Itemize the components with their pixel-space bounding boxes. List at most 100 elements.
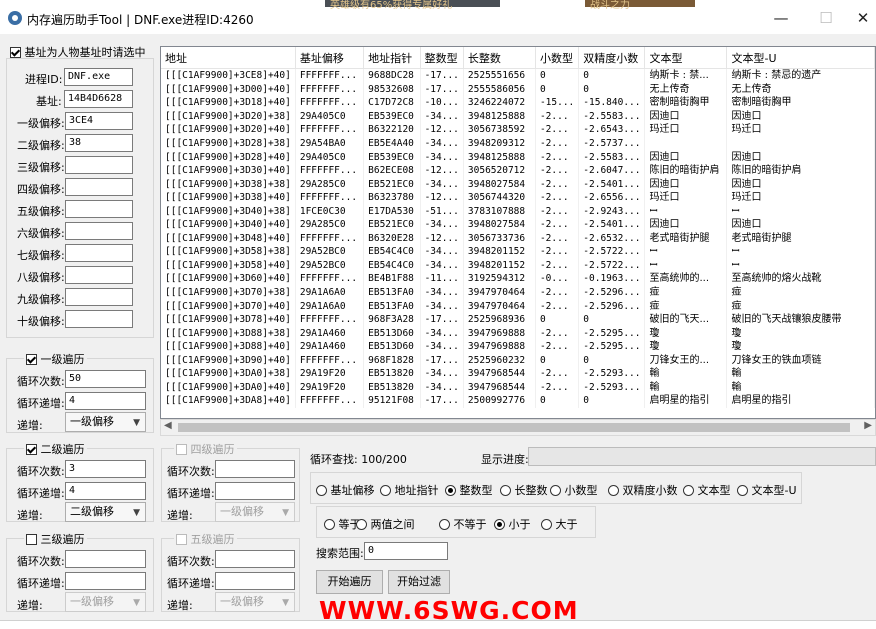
loop1-checkbox[interactable]: 一级遍历: [24, 351, 87, 367]
table-row[interactable]: [[[C1AF9900]+3D48]+40] FFFFFFF... B6320E28…: [161, 231, 875, 246]
start-filter-button[interactable]: 开始过滤: [388, 570, 450, 594]
radio-button-icon[interactable]: [356, 519, 367, 530]
table-row[interactable]: [[[C1AF9900]+3CE8]+40] FFFFFFF... 9688DC28…: [161, 68, 875, 83]
offset-field[interactable]: [65, 244, 133, 262]
table-row[interactable]: [[[C1AF9900]+3D28]+38] 29A54BA0 EB5E4A40 -3…: [161, 136, 875, 151]
horizontal-scrollbar[interactable]: ◀ ▶: [160, 419, 876, 436]
loop5-step-select[interactable]: 一级偏移 ▼: [215, 592, 295, 612]
type-radio[interactable]: 基址偏移: [316, 482, 375, 498]
radio-button-icon[interactable]: [439, 519, 450, 530]
compare-radio[interactable]: 不等于: [439, 516, 487, 532]
offset-field[interactable]: 3CE4: [65, 112, 133, 130]
offset-field[interactable]: 38: [65, 134, 133, 152]
radio-button-icon[interactable]: [550, 485, 561, 496]
close-icon[interactable]: ✕: [848, 8, 876, 28]
minimize-icon[interactable]: —: [766, 8, 796, 28]
loop4-checkbox[interactable]: 四级遍历: [174, 441, 237, 457]
type-radio[interactable]: 文本型: [683, 482, 731, 498]
loop2-inc-field[interactable]: 4: [65, 482, 146, 500]
radio-button-icon[interactable]: [500, 485, 511, 496]
radio-button-icon[interactable]: [494, 519, 505, 530]
loop5-count-field[interactable]: [215, 550, 295, 568]
type-radio[interactable]: 小数型: [550, 482, 598, 498]
column-header[interactable]: 整数型: [420, 47, 464, 69]
table-row[interactable]: [[[C1AF9900]+3D40]+40] 29A285C0 EB521EC0 -3…: [161, 218, 875, 232]
loop4-count-field[interactable]: [215, 460, 295, 478]
table-row[interactable]: [[[C1AF9900]+3DA8]+40] FFFFFFF... 95121F08…: [161, 394, 875, 408]
radio-button-icon[interactable]: [380, 485, 391, 496]
process-field[interactable]: DNF.exe: [64, 68, 133, 86]
type-radio[interactable]: 长整数: [500, 482, 548, 498]
column-header[interactable]: 双精度小数: [578, 47, 646, 69]
compare-radio[interactable]: 大于: [541, 516, 578, 532]
table-row[interactable]: [[[C1AF9900]+3D70]+38] 29A1A6A0 EB513FA0 -3…: [161, 285, 875, 300]
offset-field[interactable]: [65, 156, 133, 174]
loop4-check[interactable]: [176, 444, 187, 455]
results-table[interactable]: 地址 基址偏移 地址指针 整数型 长整数 小数型 双精度小数 文本型 文本型-U [[[C1AF…: [160, 46, 876, 419]
loop1-step-select[interactable]: 一级偏移 ▼: [65, 412, 146, 432]
type-radio[interactable]: 双精度小数: [608, 482, 678, 498]
type-radio[interactable]: 文本型-U: [737, 482, 797, 498]
loop3-check[interactable]: [26, 534, 37, 545]
scrollbar-thumb[interactable]: [178, 423, 850, 432]
radio-button-icon[interactable]: [608, 485, 619, 496]
loop2-checkbox[interactable]: 二级遍历: [24, 441, 87, 457]
column-header[interactable]: 地址指针: [363, 47, 421, 69]
table-row[interactable]: [[[C1AF9900]+3D88]+40] 29A1A460 EB513D60 -3…: [161, 339, 875, 354]
column-header[interactable]: 地址: [161, 47, 296, 69]
loop2-step-select[interactable]: 二级偏移 ▼: [65, 502, 146, 522]
loop4-inc-field[interactable]: [215, 482, 295, 500]
offset-field[interactable]: [65, 200, 133, 218]
radio-button-icon[interactable]: [316, 485, 327, 496]
loop1-inc-field[interactable]: 4: [65, 392, 146, 410]
loop1-check[interactable]: [26, 354, 37, 365]
table-row[interactable]: [[[C1AF9900]+3D28]+40] 29A405C0 EB539EC0 -3…: [161, 150, 875, 164]
loop3-inc-field[interactable]: [65, 572, 146, 590]
compare-radio[interactable]: 小于: [494, 516, 531, 532]
column-header[interactable]: 基址偏移: [295, 47, 365, 69]
radio-button-icon[interactable]: [541, 519, 552, 530]
loop2-count-field[interactable]: 3: [65, 460, 146, 478]
loop3-count-field[interactable]: [65, 550, 146, 568]
loop1-count-field[interactable]: 50: [65, 370, 146, 388]
table-row[interactable]: [[[C1AF9900]+3D60]+40] FFFFFFF... BE4B1F88…: [161, 272, 875, 286]
maximize-icon[interactable]: ☐: [811, 8, 841, 28]
radio-button-icon[interactable]: [737, 485, 748, 496]
column-header[interactable]: 文本型-U: [726, 47, 875, 69]
offset-field[interactable]: [65, 178, 133, 196]
search-range-field[interactable]: 0: [364, 542, 448, 560]
radio-button-icon[interactable]: [324, 519, 335, 530]
table-row[interactable]: [[[C1AF9900]+3D58]+40] 29A52BC0 EB54C4C0 -3…: [161, 258, 875, 273]
table-row[interactable]: [[[C1AF9900]+3D20]+40] FFFFFFF... B6322120…: [161, 123, 875, 137]
table-row[interactable]: [[[C1AF9900]+3DA0]+38] 29A19F20 EB513820 -3…: [161, 367, 875, 381]
table-row[interactable]: [[[C1AF9900]+3D58]+38] 29A52BC0 EB54C4C0 -3…: [161, 245, 875, 259]
offset-field[interactable]: [65, 222, 133, 240]
table-row[interactable]: [[[C1AF9900]+3D78]+40] FFFFFFF... 968F3A28…: [161, 312, 875, 327]
table-row[interactable]: [[[C1AF9900]+3D38]+38] 29A285C0 EB521EC0 -3…: [161, 177, 875, 191]
loop2-check[interactable]: [26, 444, 37, 455]
table-row[interactable]: [[[C1AF9900]+3D90]+40] FFFFFFF... 968F1828…: [161, 353, 875, 368]
column-header[interactable]: 文本型: [644, 47, 728, 69]
scroll-right-icon[interactable]: ▶: [864, 420, 872, 431]
loop3-step-select[interactable]: 一级偏移 ▼: [65, 592, 146, 612]
table-row[interactable]: [[[C1AF9900]+3D88]+38] 29A1A460 EB513D60 -3…: [161, 326, 875, 340]
compare-radio[interactable]: 两值之间: [356, 516, 415, 532]
start-traverse-button[interactable]: 开始遍历: [316, 570, 383, 594]
table-row[interactable]: [[[C1AF9900]+3D30]+40] FFFFFFF... B62ECE08…: [161, 163, 875, 178]
offset-field[interactable]: [65, 288, 133, 306]
column-header[interactable]: 小数型: [535, 47, 580, 69]
loop5-check[interactable]: [176, 534, 187, 545]
player-base-check[interactable]: [10, 47, 21, 58]
table-row[interactable]: [[[C1AF9900]+3DA0]+40] 29A19F20 EB513820 -3…: [161, 380, 875, 395]
column-header[interactable]: 长整数: [463, 47, 536, 69]
offset-field[interactable]: [65, 266, 133, 284]
table-row[interactable]: [[[C1AF9900]+3D38]+40] FFFFFFF... B6323780…: [161, 190, 875, 205]
table-row[interactable]: [[[C1AF9900]+3D18]+40] FFFFFFF... C17D72C8…: [161, 96, 875, 110]
radio-button-icon[interactable]: [445, 485, 456, 496]
loop5-checkbox[interactable]: 五级遍历: [174, 531, 237, 547]
table-row[interactable]: [[[C1AF9900]+3D70]+40] 29A1A6A0 EB513FA0 -3…: [161, 299, 875, 313]
loop3-checkbox[interactable]: 三级遍历: [24, 531, 87, 547]
type-radio[interactable]: 整数型: [445, 482, 493, 498]
loop4-step-select[interactable]: 一级偏移 ▼: [215, 502, 295, 522]
radio-button-icon[interactable]: [683, 485, 694, 496]
